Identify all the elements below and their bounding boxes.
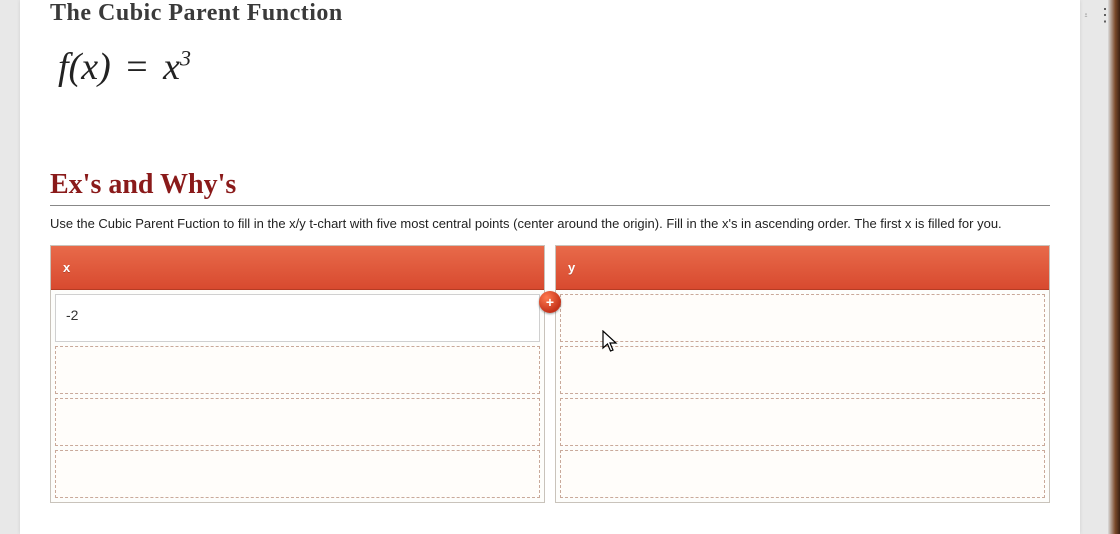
y-column-header: y [556, 246, 1049, 290]
x-cell[interactable] [55, 450, 540, 498]
y-cell[interactable] [560, 294, 1045, 342]
equation-equals: = [120, 46, 153, 88]
add-row-button[interactable]: + [539, 291, 561, 313]
x-cell[interactable]: -2 [55, 294, 540, 342]
page-title: The Cubic Parent Function [50, 0, 1050, 27]
y-cell[interactable] [560, 346, 1045, 394]
equation-rhs-base: x [163, 46, 180, 88]
x-cell[interactable] [55, 398, 540, 446]
y-cell[interactable] [560, 398, 1045, 446]
section-heading: Ex's and Why's [50, 169, 1050, 206]
worksheet-page: The Cubic Parent Function f(x) = x3 Ex's… [20, 0, 1080, 534]
x-column-header: x [51, 246, 544, 290]
parent-function-equation: f(x) = x3 [58, 45, 1050, 89]
equation-rhs-exponent: 3 [180, 45, 191, 70]
x-cell[interactable] [55, 346, 540, 394]
x-column: x -2 [50, 245, 545, 503]
share-icon[interactable] [1084, 7, 1088, 23]
t-chart: + x -2 y [50, 245, 1050, 503]
equation-lhs: f(x) [58, 46, 111, 88]
y-column: y [555, 245, 1050, 503]
y-cell[interactable] [560, 450, 1045, 498]
photo-edge [1108, 0, 1120, 534]
section-instructions: Use the Cubic Parent Fuction to fill in … [50, 216, 1050, 231]
